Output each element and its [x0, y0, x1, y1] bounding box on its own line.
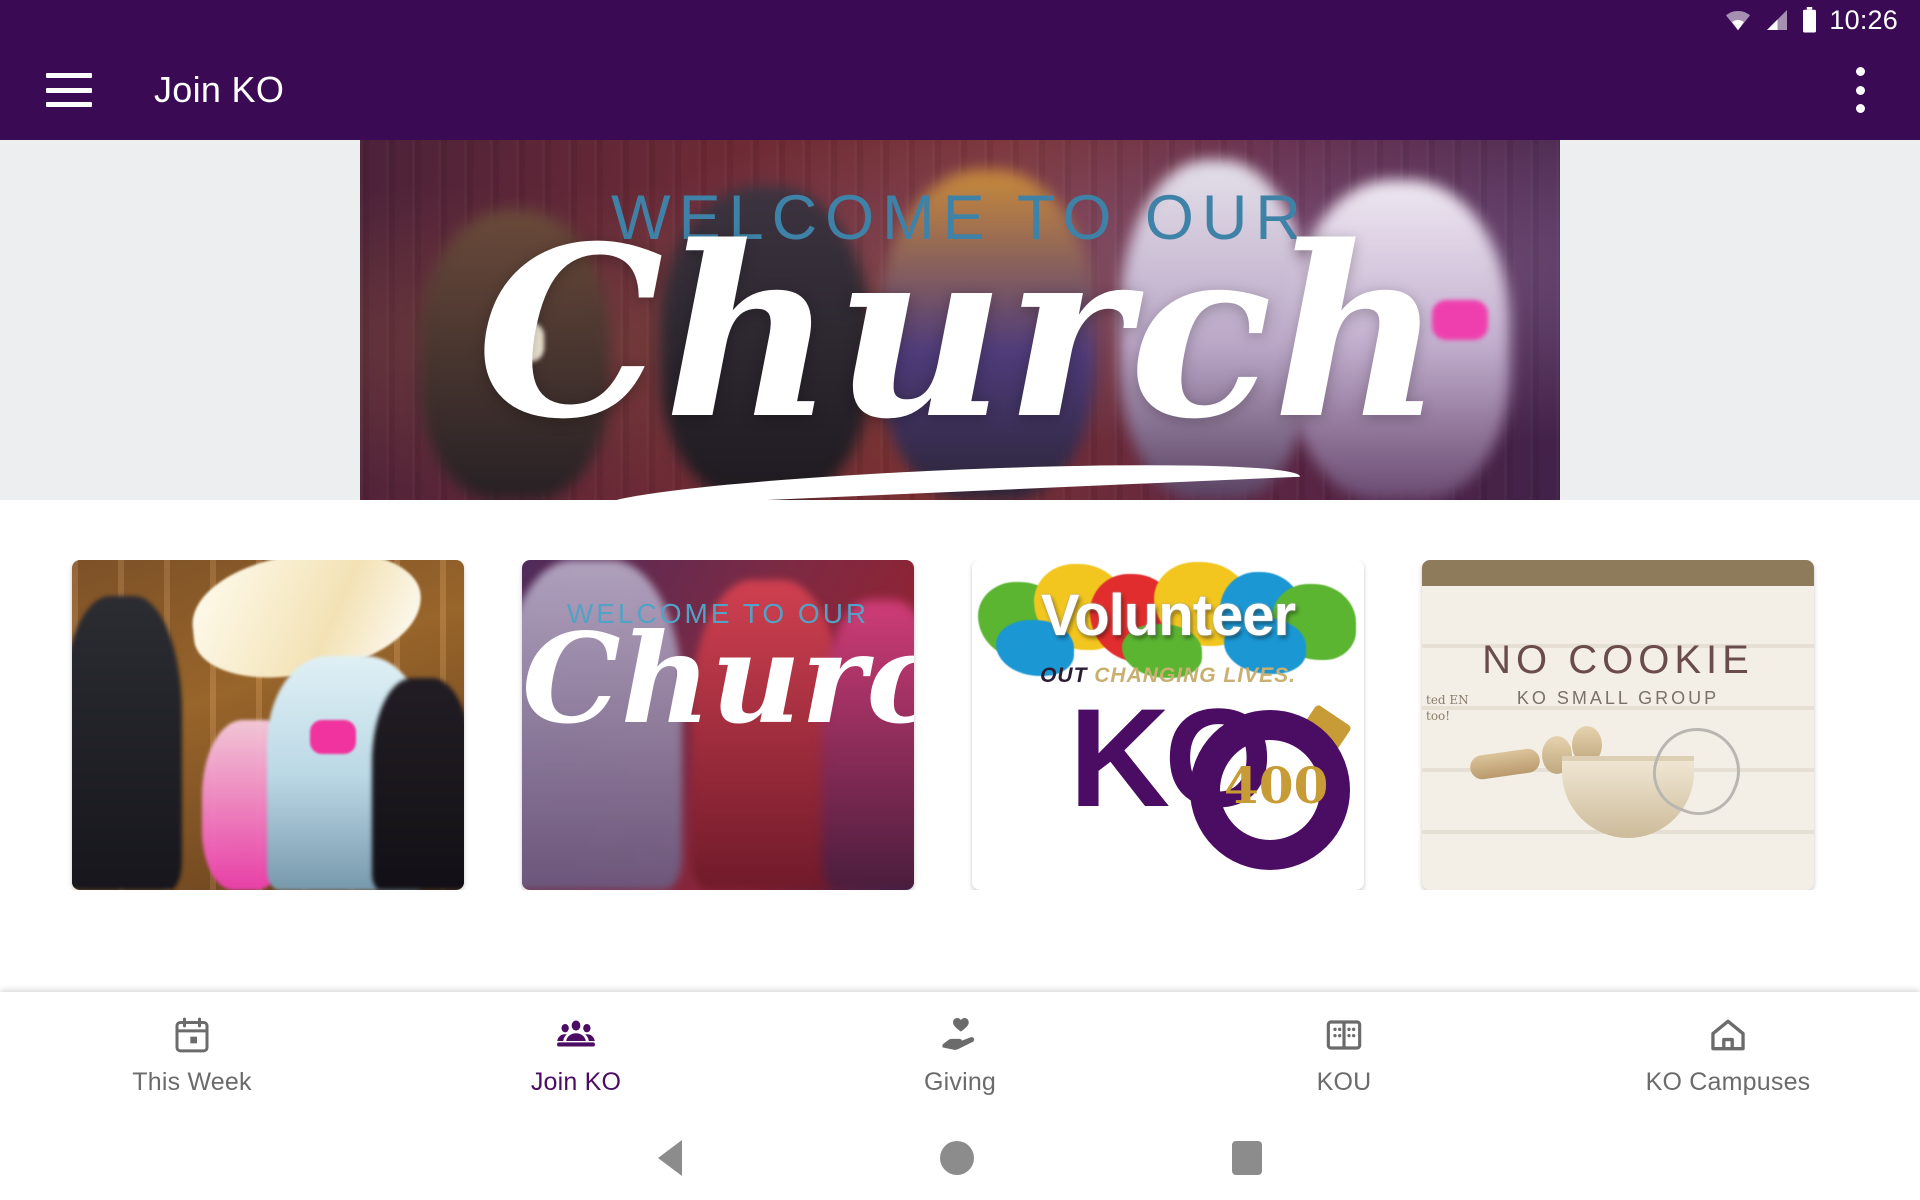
card-volunteer-ko-400[interactable]: Volunteer OUT CHANGING LIVES. KO 400 — [972, 560, 1364, 890]
status-bar-clock: 10:26 — [1829, 4, 1898, 35]
volunteer-tagline: OUT CHANGING LIVES. — [972, 664, 1364, 688]
open-book-icon — [1324, 1012, 1364, 1058]
recents-square-icon[interactable] — [1232, 1141, 1262, 1175]
hero-banner-container: WELCOME TO OUR Church — [0, 140, 1920, 500]
card-figure — [372, 678, 464, 890]
overflow-menu-icon[interactable] — [1856, 67, 1866, 113]
hamburger-menu-icon[interactable] — [46, 73, 92, 107]
nav-label: This Week — [132, 1067, 252, 1096]
card-figure — [72, 596, 182, 890]
card-carousel[interactable]: WELCOME TO OUR Church Volunteer — [0, 560, 1920, 890]
card-title: NO COOKIE — [1482, 638, 1754, 682]
card-script-text: Church — [522, 607, 914, 752]
home-icon — [1707, 1012, 1749, 1058]
nav-tab-join-ko[interactable]: Join KO — [384, 1012, 768, 1097]
hand-heart-icon — [938, 1012, 982, 1058]
volunteer-tagline-rest: CHANGING LIVES. — [1094, 664, 1296, 687]
nav-tab-this-week[interactable]: This Week — [0, 1012, 384, 1097]
nav-label: KOU — [1316, 1067, 1372, 1096]
ko-logo-number: 400 — [1224, 756, 1329, 815]
status-bar: 10:26 — [0, 0, 1920, 40]
hero-banner[interactable]: WELCOME TO OUR Church — [360, 140, 1560, 500]
nav-tab-ko-campuses[interactable]: KO Campuses — [1536, 1012, 1920, 1097]
home-circle-icon[interactable] — [940, 1141, 974, 1175]
face-mask — [310, 720, 356, 754]
hero-script-text: Church — [476, 195, 1444, 471]
app-screen: 10:26 Join KO WELCOME TO OUR Church WELC… — [0, 0, 1920, 1200]
card-welcome-to-our-church[interactable]: WELCOME TO OUR Church — [522, 560, 914, 890]
volunteer-headline: Volunteer — [1040, 583, 1296, 648]
cellular-signal-icon — [1764, 8, 1790, 32]
card-subtitle: KO SMALL GROUP — [1516, 688, 1720, 708]
card-worship-flags[interactable] — [72, 560, 464, 890]
nav-label: Giving — [923, 1067, 997, 1096]
calendar-icon — [172, 1012, 212, 1058]
nav-label: KO Campuses — [1645, 1067, 1811, 1096]
app-bar: Join KO — [0, 40, 1920, 140]
card-top-band — [1422, 560, 1814, 586]
android-system-navigation — [0, 1116, 1920, 1200]
battery-icon — [1801, 7, 1818, 33]
nav-label: Join KO — [530, 1067, 622, 1096]
bottom-navigation-bar: This Week Join KO Giving KOU KO Campuses — [0, 992, 1920, 1116]
card-no-cookie-small-group[interactable]: ted EN too! NO COOKIE KO SMALL GROUP — [1422, 560, 1814, 890]
people-group-icon — [554, 1012, 598, 1058]
page-title: Join KO — [154, 69, 285, 110]
wifi-icon — [1723, 8, 1753, 32]
nav-tab-kou[interactable]: KOU — [1152, 1012, 1536, 1097]
volunteer-tagline-lead: OUT — [1040, 664, 1088, 687]
nav-tab-giving[interactable]: Giving — [768, 1012, 1152, 1097]
back-triangle-icon[interactable] — [658, 1140, 682, 1176]
